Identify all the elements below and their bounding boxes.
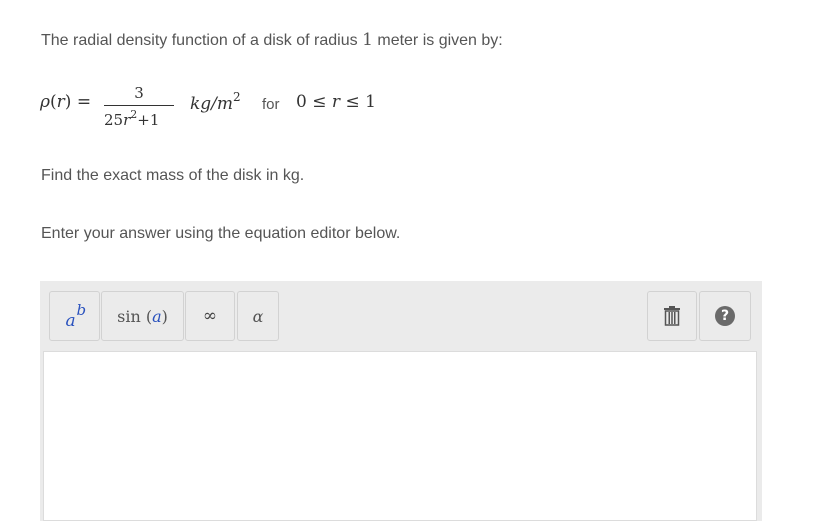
formula-range: 0 ≤ r ≤ 1	[296, 92, 376, 112]
trash-icon	[664, 306, 680, 326]
intro-radius-number: 1	[362, 30, 373, 50]
range-le2: ≤	[345, 92, 360, 112]
range-low: 0	[296, 92, 307, 112]
sin-suffix: )	[161, 306, 168, 326]
formula-lhs-var: r	[56, 92, 65, 112]
help-button[interactable]: ?	[699, 291, 751, 341]
sin-label: sin (a)	[117, 307, 168, 326]
formula-equals: =	[71, 92, 92, 112]
formula-unit: kg/m2	[190, 90, 241, 114]
intro-text: The radial density function of a disk of…	[41, 30, 503, 50]
alpha-button[interactable]: α	[237, 291, 279, 341]
power-base: a	[65, 311, 76, 331]
intro-after: meter is given by:	[377, 32, 503, 49]
range-le1: ≤	[312, 92, 327, 112]
density-formula: ρ(r) = 3 25r2+1 kg/m2 for 0 ≤ r ≤ 1	[40, 82, 440, 134]
alpha-icon: α	[252, 306, 264, 326]
intro-before: The radial density function of a disk of…	[41, 32, 358, 49]
help-icon: ?	[715, 306, 735, 326]
infinity-icon: ∞	[202, 306, 218, 326]
formula-denominator: 25r2+1	[104, 108, 159, 129]
range-high: 1	[365, 92, 376, 112]
answer-input-area[interactable]	[43, 351, 757, 521]
sin-button[interactable]: sin (a)	[101, 291, 184, 341]
clear-button[interactable]	[647, 291, 697, 341]
formula-numerator: 3	[134, 84, 144, 102]
infinity-button[interactable]: ∞	[185, 291, 235, 341]
fraction-bar	[104, 105, 174, 106]
power-exponent: b	[76, 301, 87, 319]
equation-editor: a b sin (a) ∞ α ?	[40, 281, 762, 521]
formula-for-label: for	[262, 96, 280, 113]
sin-arg: a	[152, 306, 162, 326]
power-button[interactable]: a b	[49, 291, 100, 341]
formula-rho: ρ	[40, 92, 50, 112]
formula-lhs-open: (	[50, 92, 57, 112]
sin-prefix: sin (	[117, 306, 153, 326]
den-coef: 25	[104, 111, 124, 129]
unit-text: kg/m	[190, 94, 234, 114]
power-icon: a b	[60, 301, 90, 331]
den-plus: +1	[137, 111, 160, 129]
question-text: Find the exact mass of the disk in kg.	[41, 167, 305, 184]
formula-lhs: ρ(r) =	[40, 92, 91, 112]
unit-exp: 2	[233, 90, 241, 104]
range-var: r	[331, 92, 341, 112]
instruction-text: Enter your answer using the equation edi…	[41, 225, 401, 242]
